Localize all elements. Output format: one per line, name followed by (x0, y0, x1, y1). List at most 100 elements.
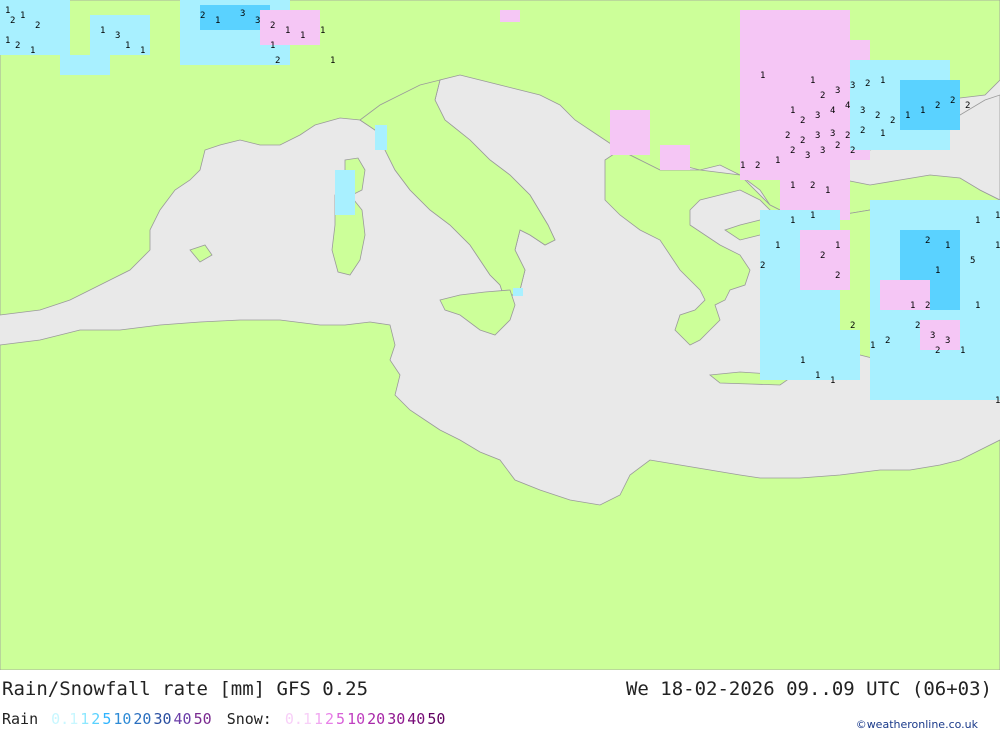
precip-value-label: 2 (845, 131, 850, 141)
snow-legend-value: 0.1 (284, 710, 312, 728)
precip-value-label: 2 (915, 321, 920, 331)
precip-value-label: 2 (800, 136, 805, 146)
precip-value-label: 2 (850, 321, 855, 331)
precip-value-label: 1 (995, 211, 1000, 221)
precip-value-label: 3 (240, 9, 245, 19)
precip-value-label: 3 (835, 86, 840, 96)
precip-value-label: 1 (775, 241, 780, 251)
precip-value-label: 1 (945, 241, 950, 251)
precip-value-label: 5 (970, 256, 975, 266)
precip-value-label: 2 (850, 146, 855, 156)
precip-value-label: 1 (800, 356, 805, 366)
snow-patch (880, 280, 930, 310)
rain-patch (335, 170, 355, 215)
precip-value-label: 1 (880, 129, 885, 139)
precip-value-label: 1 (825, 186, 830, 196)
precip-value-label: 2 (865, 79, 870, 89)
precip-value-label: 2 (835, 141, 840, 151)
precip-value-label: 1 (935, 266, 940, 276)
precip-value-label: 2 (200, 11, 205, 21)
precip-value-label: 1 (920, 106, 925, 116)
rain-patch (513, 288, 523, 296)
precip-value-label: 1 (215, 16, 220, 26)
precip-value-label: 1 (830, 376, 835, 386)
precip-value-label: 1 (300, 31, 305, 41)
precip-value-label: 2 (925, 301, 930, 311)
snow-legend-values: 0.1 1 2 5 10 20 30 40 50 (285, 710, 448, 728)
snow-legend-value: 5 (336, 710, 346, 728)
precip-value-label: 1 (20, 11, 25, 21)
precip-value-label: 3 (255, 16, 260, 26)
rain-legend-value: 30 (153, 710, 172, 728)
precip-value-label: 1 (790, 181, 795, 191)
precip-value-label: 1 (880, 76, 885, 86)
map-title: Rain/Snowfall rate [mm] GFS 0.25 (2, 678, 369, 700)
precip-value-label: 1 (975, 301, 980, 311)
precip-value-label: 4 (845, 101, 850, 111)
credit-link[interactable]: ©weatheronline.co.uk (856, 718, 978, 731)
precip-value-label: 2 (270, 21, 275, 31)
precip-value-label: 2 (800, 116, 805, 126)
precip-value-label: 2 (820, 251, 825, 261)
precip-value-label: 3 (945, 336, 950, 346)
precip-value-label: 1 (810, 76, 815, 86)
snow-legend-value: 1 (313, 710, 323, 728)
snow-patch (660, 145, 690, 170)
precip-value-label: 1 (910, 301, 915, 311)
precip-value-label: 1 (995, 241, 1000, 251)
precip-value-label: 1 (330, 56, 335, 66)
precip-value-label: 1 (30, 46, 35, 56)
precip-value-label: 2 (890, 116, 895, 126)
precip-value-label: 1 (815, 371, 820, 381)
precip-value-label: 3 (815, 131, 820, 141)
rain-legend-value: 1 (80, 710, 90, 728)
rain-legend-label: Rain (2, 710, 39, 728)
rain-patch (60, 55, 110, 75)
precip-value-label: 2 (760, 261, 765, 271)
precip-value-label: 1 (790, 216, 795, 226)
precip-value-label: 3 (820, 146, 825, 156)
precip-value-label: 2 (875, 111, 880, 121)
precip-value-label: 3 (815, 111, 820, 121)
map-canvas: 12 121 2 11 31 12 133 2 1 1 112 11 12 3 3 2 112 3 4 4 3 2 2 1 1 2… (0, 0, 1000, 671)
precip-value-label: 1 (320, 26, 325, 36)
snow-legend-value: 20 (367, 710, 386, 728)
precip-value-label: 1 (835, 241, 840, 251)
precip-value-label: 3 (850, 81, 855, 91)
precip-value-label: 1 (760, 71, 765, 81)
rain-legend-value: 5 (102, 710, 112, 728)
precip-value-label: 1 (870, 341, 875, 351)
precip-value-label: 1 (810, 211, 815, 221)
precip-value-label: 3 (830, 129, 835, 139)
snow-patch (610, 110, 650, 155)
valid-time: We 18-02-2026 09..09 UTC (06+03) (625, 678, 992, 700)
legend: Rain 0.1 1 2 5 10 20 30 40 50 Snow: 0.1 1 2 5 10 20 30… (2, 710, 451, 728)
footer: Rain/Snowfall rate [mm] GFS 0.25 We 18-0… (0, 670, 1000, 733)
rain-legend-value: 10 (113, 710, 132, 728)
snow-legend-value: 30 (387, 710, 406, 728)
precip-value-label: 4 (830, 106, 835, 116)
precip-value-label: 3 (860, 106, 865, 116)
snow-legend-value: 2 (325, 710, 335, 728)
precip-value-label: 1 (995, 396, 1000, 406)
precip-value-label: 2 (965, 101, 970, 111)
precip-value-label: 2 (935, 346, 940, 356)
precip-value-label: 1 (140, 46, 145, 56)
precipitation-map: 1212121131121332111121112332112344322112… (0, 0, 1000, 671)
rain-legend-values: 0.1 1 2 5 10 20 30 40 50 (51, 710, 214, 728)
precip-value-label: 2 (935, 101, 940, 111)
precip-value-label: 2 (755, 161, 760, 171)
snow-legend-value: 10 (347, 710, 366, 728)
snow-legend-label: Snow: (226, 710, 272, 728)
precip-value-label: 2 (35, 21, 40, 31)
precip-value-label: 1 (740, 161, 745, 171)
precip-value-label: 2 (810, 181, 815, 191)
rain-legend-value: 0.1 (51, 710, 79, 728)
precip-value-label: 1 (975, 216, 980, 226)
precip-value-label: 2 (925, 236, 930, 246)
precip-value-label: 1 (775, 156, 780, 166)
precip-value-label: 2 (785, 131, 790, 141)
rain-legend-value: 50 (193, 710, 212, 728)
snow-patch (500, 10, 520, 22)
precip-value-label: 1 (790, 106, 795, 116)
